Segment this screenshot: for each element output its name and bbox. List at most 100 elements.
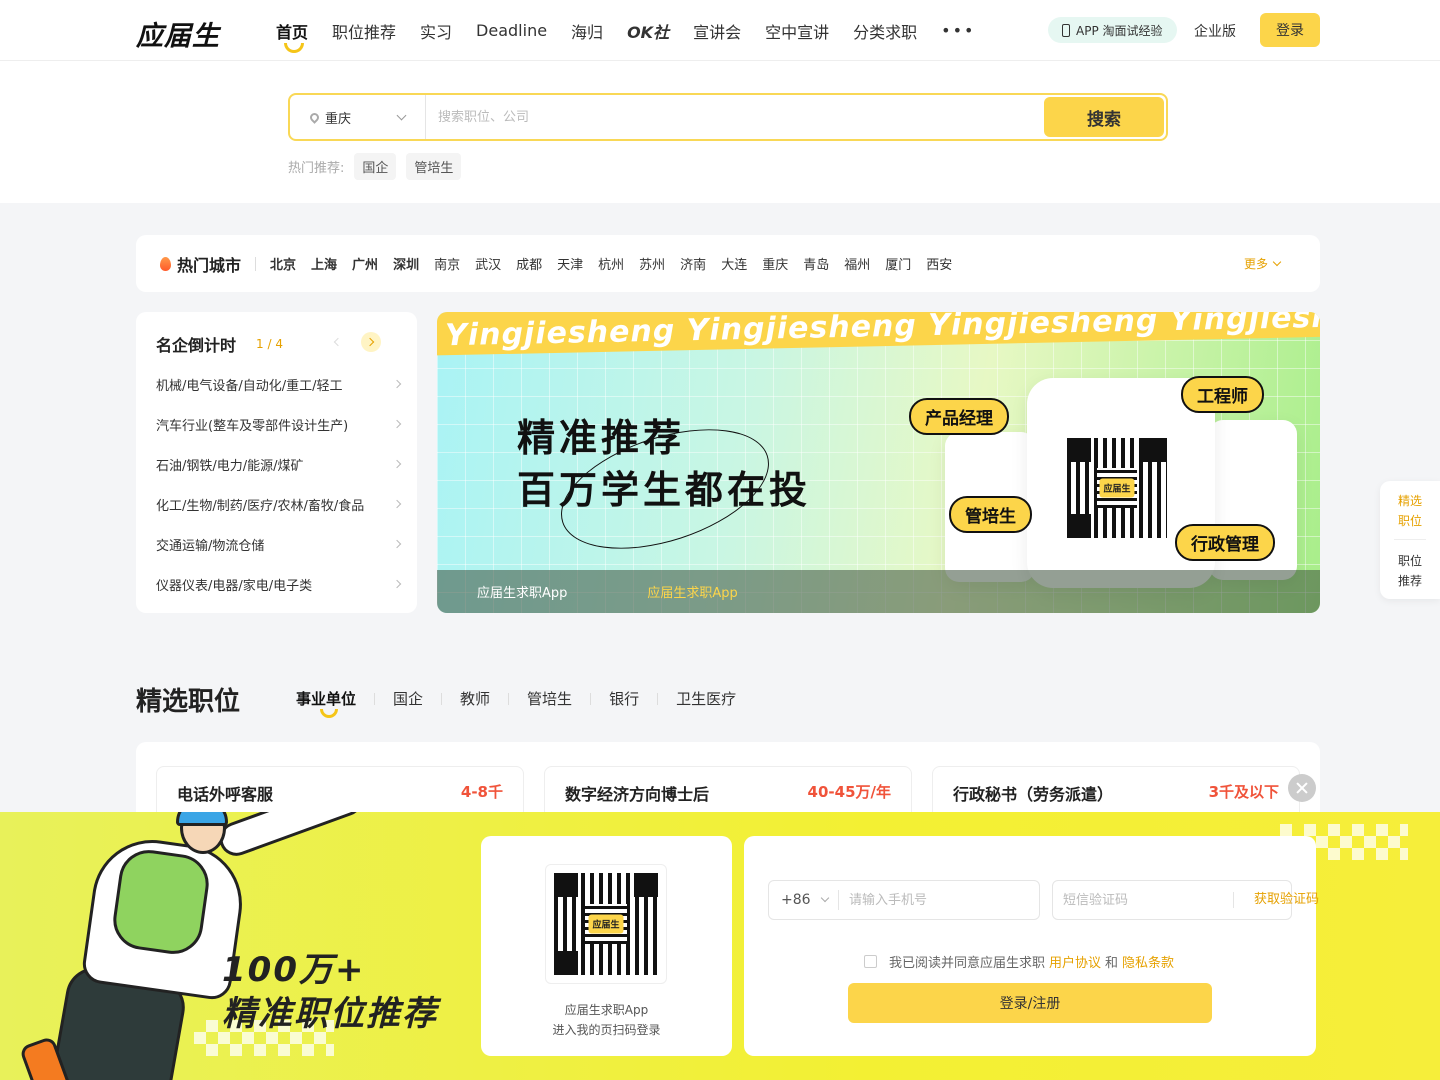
nav-internship[interactable]: 实习 [420,19,452,43]
banner-tab-1[interactable]: 应届生求职App [437,582,607,601]
phone-input[interactable] [839,881,1039,919]
hot-cities-title: 热门城市 [177,255,242,275]
login-register-button[interactable]: 登录/注册 [848,983,1212,1023]
chevron-right-icon [392,579,402,589]
sms-code-field: 获取验证码 [1052,880,1319,920]
city-link[interactable]: 福州 [844,254,870,273]
city-select[interactable]: 重庆 [290,95,426,139]
login-button[interactable]: 登录 [1260,13,1320,47]
get-code-button[interactable]: 获取验证码 [1233,892,1341,908]
promo-text: 100万+ 精准职位推荐 [222,948,438,1036]
featured-jobs-tabs: 事业单位 国企 教师 管培生 银行 卫生医疗 [296,688,736,718]
phone-login-form: +86 获取验证码 我已阅读并同意应届生求职 用户协议 和 隐私条款 登录/注册 [744,836,1319,1056]
city-link[interactable]: 北京 [270,254,296,273]
city-link[interactable]: 成都 [516,254,542,273]
city-link[interactable]: 深圳 [393,254,419,273]
privacy-policy-link[interactable]: 隐私条款 [1122,952,1174,971]
qr-caption-2: 进入我的页扫码登录 [552,1023,661,1037]
promo-banner[interactable]: Yingjiesheng Yingjiesheng Yingjiesheng Y… [437,312,1320,613]
agree-checkbox[interactable] [864,955,877,968]
banner-qr-code: 应届生 [1059,430,1175,546]
chevron-right-icon [392,459,402,469]
list-item[interactable]: 交通运输/物流仓储 [156,524,402,564]
country-code-select[interactable]: +86 [769,890,839,910]
phone-field: +86 [768,880,1040,920]
search-input[interactable] [426,95,1044,139]
search-button[interactable]: 搜索 [1044,97,1164,137]
city-link[interactable]: 厦门 [885,254,911,273]
city-link[interactable]: 杭州 [598,254,624,273]
enterprise-link[interactable]: 企业版 [1194,21,1236,41]
bubble-administration: 行政管理 [1175,524,1275,561]
nav-more-icon[interactable]: ••• [941,21,975,40]
list-item[interactable]: 石油/钢铁/电力/能源/煤矿 [156,444,402,484]
side-floating-widget: 精选职位 职位推荐 [1380,481,1440,599]
city-link[interactable]: 济南 [680,254,706,273]
list-item[interactable]: 机械/电气设备/自动化/重工/轻工 [156,364,402,404]
list-item[interactable]: 化工/生物/制药/医疗/农林/畜牧/食品 [156,484,402,524]
prev-arrow-icon[interactable] [328,332,348,352]
location-pin-icon [308,110,321,124]
nav-online-talk[interactable]: 空中宣讲 [765,19,829,43]
user-agreement-link[interactable]: 用户协议 [1049,952,1101,971]
list-item-label: 石油/钢铁/电力/能源/煤矿 [156,458,304,474]
city-link[interactable]: 广州 [352,254,378,273]
list-item[interactable]: 仪器仪表/电器/家电/电子类 [156,564,402,604]
nav-ok-community[interactable]: OK社 [627,19,669,43]
hot-tag-state-owned[interactable]: 国企 [354,153,397,180]
tab-healthcare[interactable]: 卫生医疗 [676,688,736,709]
close-icon[interactable] [1288,774,1316,802]
nav-deadline[interactable]: Deadline [476,21,547,40]
next-arrow-icon[interactable] [361,332,381,352]
agree-text: 我已阅读并同意应届生求职 [889,956,1046,971]
tab-management-trainee[interactable]: 管培生 [527,688,572,709]
side-item-job-recommend[interactable]: 职位推荐 [1398,551,1424,591]
city-link[interactable]: 重庆 [762,254,788,273]
city-link[interactable]: 大连 [721,254,747,273]
list-item-label: 交通运输/物流仓储 [156,538,265,554]
divider [374,692,376,705]
hot-tag-management-trainee[interactable]: 管培生 [406,153,462,180]
more-cities-link[interactable]: 更多 [1244,255,1280,272]
hot-recommend-label: 热门推荐: [288,161,345,176]
hot-cities-bar: 热门城市 北京 上海 广州 深圳 南京 武汉 成都 天津 杭州 苏州 济南 大连… [136,235,1320,292]
city-link[interactable]: 天津 [557,254,583,273]
tab-teacher[interactable]: 教师 [460,688,490,709]
nav-home[interactable]: 首页 [276,19,308,53]
job-salary: 3千及以下 [1208,783,1279,801]
job-name: 数字经济方向博士后 [565,785,710,804]
city-link[interactable]: 青岛 [803,254,829,273]
mascot-illustration [18,812,380,1080]
nav-overseas[interactable]: 海归 [571,19,603,43]
qr-code-icon: 应届生 [1067,438,1167,538]
city-link[interactable]: 西安 [926,254,952,273]
industry-list: 机械/电气设备/自动化/重工/轻工 汽车行业(整车及零部件设计生产) 石油/钢铁… [156,364,402,604]
city-link[interactable]: 南京 [434,254,460,273]
city-link[interactable]: 武汉 [475,254,501,273]
list-item[interactable]: 汽车行业(整车及零部件设计生产) [156,404,402,444]
nav-campus-talk[interactable]: 宣讲会 [693,19,741,43]
nav-job-recommend[interactable]: 职位推荐 [332,19,396,43]
banner-tab-2[interactable]: 应届生求职App [607,582,777,601]
top-navigation: 应届生 首页 职位推荐 实习 Deadline 海归 OK社 宣讲会 空中宣讲 … [0,0,1440,61]
nav-category-jobs[interactable]: 分类求职 [853,19,917,43]
city-link[interactable]: 上海 [311,254,337,273]
hot-recommend: 热门推荐: 国企 管培生 [288,153,462,180]
login-qr-code: 应届生 [545,864,667,984]
job-name: 电话外呼客服 [177,785,274,804]
app-interview-pill[interactable]: APP 淘面试经验 [1048,17,1177,43]
agree-and: 和 [1105,956,1119,971]
job-name: 行政秘书（劳务派遣） [953,785,1114,804]
list-item-label: 化工/生物/制药/医疗/农林/畜牧/食品 [156,498,365,514]
tab-bank[interactable]: 银行 [609,688,639,709]
city-select-value: 重庆 [325,111,352,127]
city-link[interactable]: 苏州 [639,254,665,273]
qr-login-card: 应届生 应届生求职App 进入我的页扫码登录 [481,836,732,1056]
site-logo[interactable]: 应届生 [136,14,220,53]
sms-code-input[interactable] [1053,881,1233,919]
tab-public-institution[interactable]: 事业单位 [296,688,356,718]
side-item-featured-jobs[interactable]: 精选职位 [1398,491,1424,531]
company-countdown-panel: 名企倒计时 1 / 4 机械/电气设备/自动化/重工/轻工 汽车行业(整车及零部… [136,312,417,613]
list-item-label: 仪器仪表/电器/家电/电子类 [156,578,313,594]
tab-state-owned[interactable]: 国企 [393,688,423,709]
